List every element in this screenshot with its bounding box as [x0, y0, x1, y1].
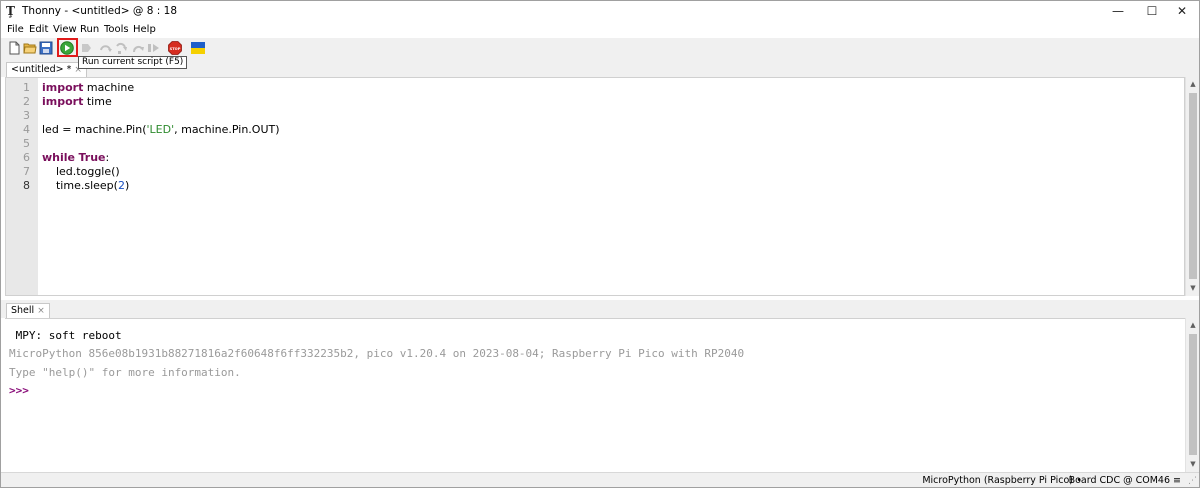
step-out-icon — [131, 41, 145, 55]
editor-tab-label: <untitled> * — [11, 64, 72, 75]
line-number: 2 — [23, 95, 30, 108]
title-bar: Ţ Thonny - <untitled> @ 8 : 18 — ☐ ✕ — [1, 1, 1199, 22]
minimize-button[interactable]: — — [1101, 1, 1135, 22]
stop-label: STOP — [170, 47, 181, 51]
interpreter-selector[interactable]: MicroPython (Raspberry Pi Pico) — [922, 475, 1073, 486]
step-into-icon — [115, 41, 129, 55]
close-tab-icon[interactable]: × — [37, 306, 45, 316]
menu-run[interactable]: Run — [80, 24, 99, 35]
line-number: 3 — [23, 109, 30, 122]
window-title: Thonny - <untitled> @ 8 : 18 — [22, 5, 178, 17]
scrollbar-thumb[interactable] — [1189, 93, 1197, 279]
run-button-highlight — [57, 38, 78, 57]
port-selector[interactable]: Board CDC @ COM46 ≡ — [1069, 475, 1181, 486]
menu-tools[interactable]: Tools — [104, 24, 129, 35]
scroll-up-icon[interactable]: ▲ — [1186, 77, 1199, 91]
shell-tab-label: Shell — [11, 305, 35, 316]
code-line: time.sleep(2) — [42, 179, 130, 192]
menu-help[interactable]: Help — [133, 24, 156, 35]
resume-icon — [147, 41, 161, 55]
shell-tab-bar: Shell × — [1, 300, 1199, 318]
run-tooltip: Run current script (F5) — [78, 56, 188, 69]
editor-scrollbar[interactable]: ▲ ▼ — [1185, 77, 1199, 296]
scrollbar-thumb[interactable] — [1189, 334, 1197, 455]
shell-scrollbar[interactable]: ▲ ▼ — [1185, 318, 1199, 472]
code-line: import machine — [42, 81, 135, 94]
menu-file[interactable]: File — [7, 24, 24, 35]
close-button[interactable]: ✕ — [1165, 1, 1199, 22]
save-icon[interactable] — [39, 41, 53, 55]
shell-console[interactable]: MPY: soft reboot MicroPython 856e08b1931… — [5, 318, 1185, 472]
scroll-up-icon[interactable]: ▲ — [1186, 318, 1199, 332]
maximize-button[interactable]: ☐ — [1135, 1, 1169, 22]
line-number: 1 — [23, 81, 30, 94]
menu-bar: File Edit View Run Tools Help — [1, 22, 1199, 38]
shell-prompt[interactable]: >>> — [9, 384, 29, 397]
shell-tab[interactable]: Shell × — [6, 303, 50, 318]
thonny-logo-icon: Ţ — [6, 4, 15, 18]
code-line: while True: — [42, 151, 110, 164]
thonny-window: Ţ Thonny - <untitled> @ 8 : 18 — ☐ ✕ Fil… — [0, 0, 1200, 488]
code-line: led.toggle() — [42, 165, 120, 178]
open-folder-icon[interactable] — [23, 41, 37, 55]
shell-version-line: MicroPython 856e08b1931b88271816a2f60648… — [9, 347, 745, 360]
debug-icon — [79, 41, 93, 55]
stop-icon[interactable]: STOP — [168, 41, 182, 55]
resize-grip-icon[interactable]: ⋰ — [1188, 476, 1197, 486]
status-bar: MicroPython (Raspberry Pi Pico) • Board … — [1, 472, 1199, 487]
scroll-down-icon[interactable]: ▼ — [1186, 281, 1199, 295]
ukraine-flag-icon[interactable] — [191, 41, 205, 55]
code-line: led = machine.Pin('LED', machine.Pin.OUT… — [42, 123, 280, 136]
line-number: 5 — [23, 137, 30, 150]
code-editor[interactable]: 1 2 3 4 5 6 7 8 import machine import ti… — [5, 77, 1185, 296]
line-number: 6 — [23, 151, 30, 164]
line-number: 7 — [23, 165, 30, 178]
scroll-down-icon[interactable]: ▼ — [1186, 457, 1199, 471]
code-line: import time — [42, 95, 112, 108]
shell-help-line: Type "help()" for more information. — [9, 366, 241, 379]
menu-edit[interactable]: Edit — [29, 24, 48, 35]
new-file-icon[interactable] — [7, 41, 21, 55]
editor-tab-untitled[interactable]: <untitled> * × — [6, 62, 87, 77]
line-number: 8 — [23, 179, 30, 192]
shell-output-line: MPY: soft reboot — [9, 329, 122, 342]
line-number: 4 — [23, 123, 30, 136]
line-number-gutter: 1 2 3 4 5 6 7 8 — [6, 78, 38, 295]
step-over-icon — [99, 41, 113, 55]
menu-view[interactable]: View — [53, 24, 77, 35]
